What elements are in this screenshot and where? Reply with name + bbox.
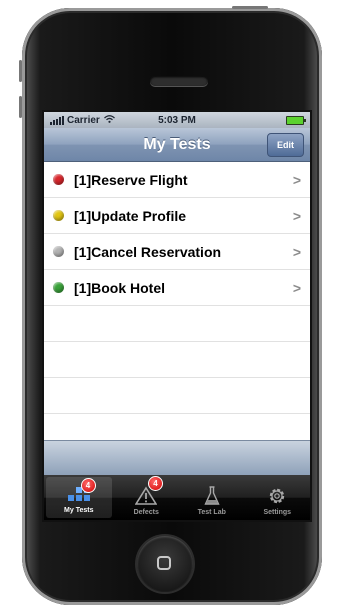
gear-icon: [267, 485, 287, 507]
tab-label: Defects: [133, 509, 159, 516]
test-name: [1]Update Profile: [74, 207, 187, 224]
empty-row: [44, 306, 310, 342]
bottom-toolbar: [44, 440, 310, 476]
tab-my-tests[interactable]: 4 My Tests: [46, 477, 112, 518]
test-list: [1]Reserve Flight > [1]Update Profile > …: [44, 162, 310, 450]
tab-label: Settings: [263, 509, 292, 516]
home-square-icon: [157, 556, 171, 570]
status-bar: Carrier 5:03 PM: [44, 112, 310, 128]
test-name: [1]Book Hotel: [74, 279, 165, 296]
earpiece-speaker: [150, 76, 208, 86]
tab-label: My Tests: [64, 507, 94, 514]
tab-settings[interactable]: Settings: [245, 475, 311, 520]
empty-row: [44, 342, 310, 378]
home-button[interactable]: [137, 536, 193, 592]
flask-icon: [204, 485, 220, 507]
sleep-button[interactable]: [232, 6, 268, 9]
defects-count-badge: 4: [148, 476, 163, 491]
test-row[interactable]: [1]Update Profile >: [44, 198, 310, 234]
test-row[interactable]: [1]Cancel Reservation >: [44, 234, 310, 270]
volume-down-button[interactable]: [19, 96, 22, 118]
chevron-right-icon: >: [292, 171, 301, 188]
test-name: [1]Reserve Flight: [74, 171, 188, 188]
navigation-bar: My Tests Edit: [44, 128, 310, 162]
test-row[interactable]: [1]Book Hotel >: [44, 270, 310, 306]
status-dot-icon: [53, 282, 64, 293]
edit-button[interactable]: Edit: [267, 133, 304, 157]
test-name: [1]Cancel Reservation: [74, 243, 222, 260]
status-dot-icon: [53, 210, 64, 221]
status-time: 5:03 PM: [158, 114, 196, 126]
tab-label: Test Lab: [197, 509, 226, 516]
tab-test-lab[interactable]: Test Lab: [179, 475, 245, 520]
chevron-right-icon: >: [292, 207, 301, 224]
tests-count-badge: 4: [80, 478, 96, 493]
battery-icon: [286, 116, 306, 125]
status-dot-icon: [53, 246, 64, 257]
app-screen: Carrier 5:03 PM My Tests Edit [1]Reserve…: [44, 112, 310, 520]
volume-up-button[interactable]: [19, 60, 22, 82]
tab-defects[interactable]: 4 Defects: [114, 475, 180, 520]
test-row[interactable]: [1]Reserve Flight >: [44, 162, 310, 198]
status-dot-icon: [53, 174, 64, 185]
chevron-right-icon: >: [292, 243, 301, 260]
chevron-right-icon: >: [292, 279, 301, 296]
tab-bar: 4 My Tests 4 Defects Test Lab Settings: [44, 475, 310, 520]
empty-row: [44, 378, 310, 414]
